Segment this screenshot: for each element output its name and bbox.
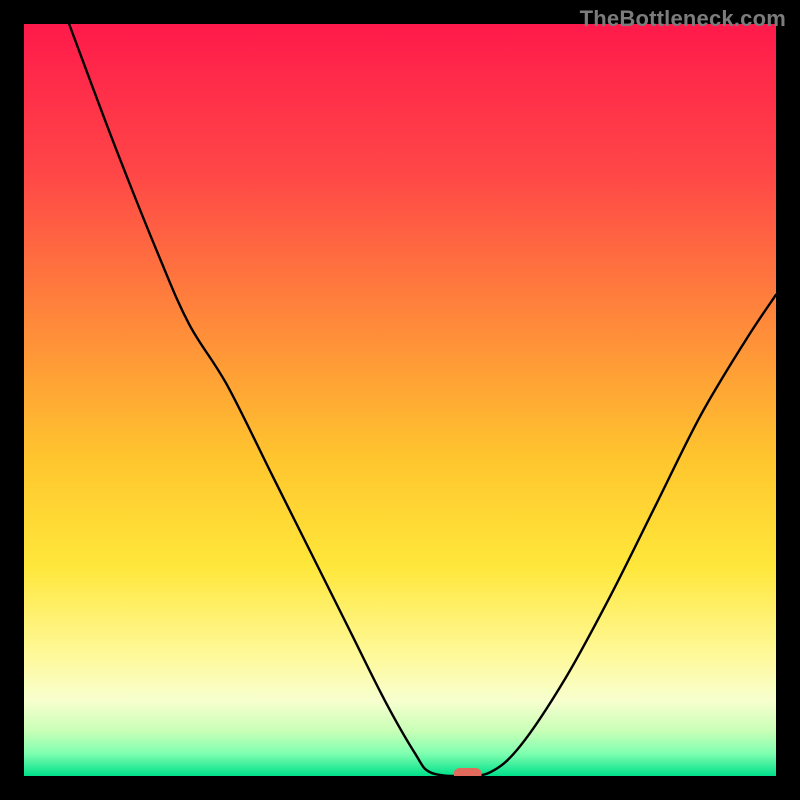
- chart-plot: [24, 24, 776, 776]
- chart-background: [24, 24, 776, 776]
- optimal-marker: [454, 768, 482, 776]
- watermark-text: TheBottleneck.com: [580, 6, 786, 32]
- chart-frame: TheBottleneck.com: [0, 0, 800, 800]
